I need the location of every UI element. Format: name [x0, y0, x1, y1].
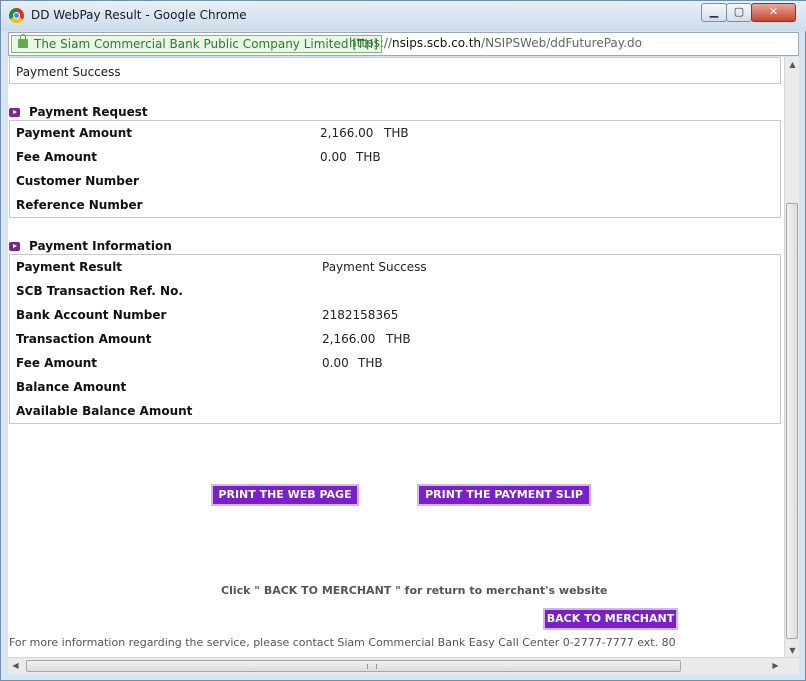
status-box: Payment Success: [9, 57, 781, 84]
row-value: Payment Success: [322, 260, 427, 274]
scroll-grip-icon: [367, 664, 377, 669]
close-button[interactable]: ✕: [751, 3, 796, 22]
payment-request-table: Payment Amount 2,166.00 THB Fee Amount 0…: [9, 120, 781, 218]
row-value: 0.00: [322, 356, 349, 370]
row-label: Payment Result: [16, 260, 123, 274]
row-unit: THB: [386, 332, 411, 346]
page-viewport: Payment Success Payment Request Payment …: [8, 57, 784, 659]
table-row: Fee Amount 0.00 THB: [10, 351, 780, 375]
section-heading-text: Payment Information: [29, 239, 172, 253]
row-value: 2,166.00: [320, 126, 374, 140]
maximize-button[interactable]: ▢: [726, 3, 752, 22]
address-bar[interactable]: The Siam Commercial Bank Public Company …: [8, 32, 799, 56]
table-row: Reference Number: [10, 193, 780, 217]
lock-icon: [18, 34, 28, 48]
row-label: SCB Transaction Ref. No.: [16, 284, 183, 298]
row-label: Bank Account Number: [16, 308, 167, 322]
row-value: 0.00: [320, 150, 347, 164]
row-label: Reference Number: [16, 198, 143, 212]
row-label: Fee Amount: [16, 356, 98, 370]
row-unit: THB: [384, 126, 409, 140]
table-row: Payment Result Payment Success: [10, 255, 780, 279]
row-label: Transaction Amount: [16, 332, 152, 346]
scroll-up-icon[interactable]: ▲: [785, 57, 800, 72]
status-text: Payment Success: [16, 65, 121, 79]
horizontal-scroll-thumb[interactable]: [26, 660, 681, 672]
row-unit: THB: [356, 150, 381, 164]
play-bullet-icon: [9, 242, 20, 251]
section-heading-text: Payment Request: [29, 105, 148, 119]
row-label: Payment Amount: [16, 126, 132, 140]
back-to-merchant-button[interactable]: BACK TO MERCHANT: [543, 608, 678, 630]
print-payment-slip-button[interactable]: PRINT THE PAYMENT SLIP: [417, 484, 591, 506]
table-row: Balance Amount: [10, 375, 780, 399]
vertical-scroll-thumb[interactable]: [786, 203, 798, 639]
back-to-merchant-note: Click " BACK TO MERCHANT " for return to…: [221, 584, 608, 597]
row-value: 2182158365: [322, 308, 399, 322]
window-title: DD WebPay Result - Google Chrome: [31, 8, 247, 22]
minimize-button[interactable]: ▁: [701, 3, 727, 22]
table-row: Customer Number: [10, 169, 780, 193]
ev-label: The Siam Commercial Bank Public Company …: [34, 37, 378, 51]
table-row: Fee Amount 0.00 THB: [10, 145, 780, 169]
vertical-scrollbar[interactable]: ▲ ▼: [784, 57, 799, 659]
scroll-down-icon[interactable]: ▼: [785, 643, 800, 658]
table-row: Payment Amount 2,166.00 THB: [10, 121, 780, 145]
table-row: Available Balance Amount: [10, 399, 780, 423]
row-unit: THB: [358, 356, 383, 370]
row-label: Balance Amount: [16, 380, 127, 394]
table-row: Bank Account Number 2182158365: [10, 303, 780, 327]
browser-window: DD WebPay Result - Google Chrome ▁ ▢ ✕ T…: [0, 0, 806, 681]
payment-information-table: Payment Result Payment Success SCB Trans…: [9, 254, 781, 424]
ev-certificate-badge[interactable]: The Siam Commercial Bank Public Company …: [11, 34, 382, 53]
url-path: /NSIPSWeb/ddFuturePay.do: [481, 36, 642, 50]
url-protocol: https://: [349, 36, 393, 50]
title-bar: DD WebPay Result - Google Chrome ▁ ▢ ✕: [1, 1, 806, 31]
play-bullet-icon: [9, 108, 20, 117]
url-text[interactable]: https://nsips.scb.co.th/NSIPSWeb/ddFutur…: [349, 36, 642, 50]
table-row: SCB Transaction Ref. No.: [10, 279, 780, 303]
print-web-page-button[interactable]: PRINT THE WEB PAGE: [211, 484, 359, 506]
scroll-right-icon[interactable]: ▶: [768, 658, 783, 674]
table-row: Transaction Amount 2,166.00 THB: [10, 327, 780, 351]
row-label: Fee Amount: [16, 150, 98, 164]
chrome-logo-icon: [9, 8, 24, 23]
row-value: 2,166.00: [322, 332, 376, 346]
url-host: nsips.scb.co.th: [392, 36, 482, 50]
row-label: Available Balance Amount: [16, 404, 193, 418]
row-label: Customer Number: [16, 174, 139, 188]
scroll-left-icon[interactable]: ◀: [8, 658, 23, 674]
horizontal-scrollbar[interactable]: ◀ ▶: [8, 657, 799, 674]
footer-contact-text: For more information regarding the servi…: [9, 636, 676, 649]
